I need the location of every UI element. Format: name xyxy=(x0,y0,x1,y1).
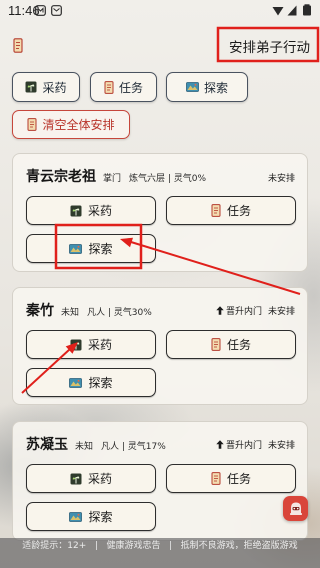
explore-button[interactable]: 探索 xyxy=(26,502,156,531)
disciple-status-group: 晋升内门 未安排 xyxy=(216,438,295,451)
gather-herbs-all-button[interactable]: 采药 xyxy=(12,72,80,102)
disciple-stats: 炼气六层 | 灵气0% xyxy=(129,174,207,184)
task-button[interactable]: 任务 xyxy=(166,196,296,225)
gather-herbs-button[interactable]: 采药 xyxy=(26,464,156,493)
page-title: 安排弟子行动 xyxy=(229,40,310,56)
assignment-status: 未安排 xyxy=(267,307,295,317)
promote-inner-sect-button[interactable]: 晋升内门 xyxy=(216,438,262,451)
scroll-icon[interactable] xyxy=(13,38,23,53)
button-label: 采药 xyxy=(87,472,112,486)
button-label: 采药 xyxy=(42,80,67,95)
map-icon xyxy=(69,377,83,388)
disciple-stats: 凡人 | 灵气17% xyxy=(101,442,166,452)
tasks-all-button[interactable]: 任务 xyxy=(90,72,157,102)
clear-all-assignments-button[interactable]: 清空全体安排 xyxy=(12,110,130,139)
app-screen: 11:46 安排弟子行动 采药 任务 探索 清空全体安排 青云宗老祖 掌门 炼气… xyxy=(0,0,320,568)
disciple-rank: 未知 xyxy=(61,308,80,318)
button-label: 任务 xyxy=(226,338,251,352)
button-label: 清空全体安排 xyxy=(42,118,115,132)
disciple-name: 青云宗老祖 xyxy=(26,169,96,185)
health-notice-footer: 适龄提示：12+ | 健康游戏忠告 | 抵制不良游戏，拒绝盗版游戏 xyxy=(0,538,320,568)
button-label: 探索 xyxy=(88,376,113,390)
wifi-icon xyxy=(272,7,284,16)
herb-icon xyxy=(70,339,82,350)
map-icon xyxy=(69,243,83,254)
button-label: 任务 xyxy=(226,472,251,486)
arrow-up-icon xyxy=(216,440,224,449)
map-icon xyxy=(186,82,199,92)
disciple-header: 苏凝玉 未知 凡人 | 灵气17% 晋升内门 未安排 xyxy=(26,434,295,454)
notification-icon xyxy=(35,5,46,16)
herb-icon xyxy=(70,205,82,216)
disciple-header: 秦竹 未知 凡人 | 灵气30% 晋升内门 未安排 xyxy=(26,300,295,320)
button-label: 采药 xyxy=(87,204,112,218)
map-icon xyxy=(69,511,83,522)
button-label: 探索 xyxy=(88,510,113,524)
promote-label: 晋升内门 xyxy=(225,441,262,451)
herb-icon xyxy=(70,473,82,484)
assistant-button[interactable] xyxy=(283,496,308,521)
disciple-name: 苏凝玉 xyxy=(26,437,68,453)
scroll-icon xyxy=(211,204,221,217)
button-label: 探索 xyxy=(203,80,228,95)
disciple-card: 苏凝玉 未知 凡人 | 灵气17% 晋升内门 未安排 采药 任务 探索 xyxy=(12,421,308,541)
scroll-icon xyxy=(211,472,221,485)
task-button[interactable]: 任务 xyxy=(166,464,296,493)
disciple-rank: 未知 xyxy=(75,442,94,452)
message-icon xyxy=(51,5,62,16)
explore-button[interactable]: 探索 xyxy=(26,234,156,263)
button-label: 任务 xyxy=(118,80,143,95)
disciple-stats: 凡人 | 灵气30% xyxy=(87,308,152,318)
explore-all-button[interactable]: 探索 xyxy=(166,72,248,102)
scroll-icon xyxy=(27,118,37,131)
disciple-card: 秦竹 未知 凡人 | 灵气30% 晋升内门 未安排 采药 任务 探索 xyxy=(12,287,308,405)
task-button[interactable]: 任务 xyxy=(166,330,296,359)
signal-icon xyxy=(287,5,297,16)
status-bar: 11:46 xyxy=(0,0,320,22)
arrow-up-icon xyxy=(216,306,224,315)
gather-herbs-button[interactable]: 采药 xyxy=(26,330,156,359)
disciple-status-group: 未安排 xyxy=(268,171,295,184)
button-label: 任务 xyxy=(226,204,251,218)
button-label: 采药 xyxy=(87,338,112,352)
assignment-status: 未安排 xyxy=(267,441,295,451)
promote-inner-sect-button[interactable]: 晋升内门 xyxy=(216,304,262,317)
promote-label: 晋升内门 xyxy=(225,307,262,317)
scroll-icon xyxy=(104,80,114,94)
robot-icon xyxy=(289,502,302,515)
disciple-name: 秦竹 xyxy=(26,303,54,319)
button-label: 探索 xyxy=(88,242,113,256)
disciple-card: 青云宗老祖 掌门 炼气六层 | 灵气0% 未安排 采药 任务 探索 xyxy=(12,153,308,272)
disciple-header: 青云宗老祖 掌门 炼气六层 | 灵气0% 未安排 xyxy=(26,166,295,186)
herb-icon xyxy=(25,81,37,93)
scroll-icon xyxy=(211,338,221,351)
assignment-status: 未安排 xyxy=(267,174,295,184)
explore-button[interactable]: 探索 xyxy=(26,368,156,397)
disciple-rank: 掌门 xyxy=(103,174,122,184)
gather-herbs-button[interactable]: 采药 xyxy=(26,196,156,225)
battery-icon xyxy=(303,4,311,16)
disciple-status-group: 晋升内门 未安排 xyxy=(216,304,295,317)
